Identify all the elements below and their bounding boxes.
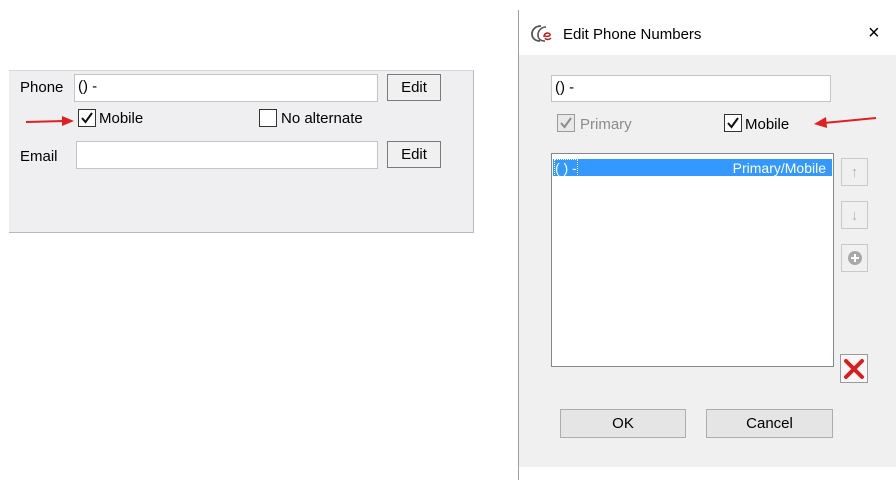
- phone-edit-button[interactable]: Edit: [387, 74, 441, 101]
- cancel-button[interactable]: Cancel: [706, 409, 833, 438]
- arrow-down-icon: ↓: [850, 206, 859, 224]
- list-item[interactable]: ( ) - Primary/Mobile: [553, 158, 832, 177]
- checkmark-icon: [81, 112, 93, 124]
- close-icon[interactable]: ×: [868, 22, 880, 44]
- primary-label: Primary: [580, 116, 632, 133]
- email-edit-button[interactable]: Edit: [387, 141, 441, 168]
- no-alternate-checkbox[interactable]: [259, 109, 277, 127]
- checkmark-icon: [560, 117, 572, 129]
- dialog-mobile-checkbox[interactable]: [724, 114, 742, 132]
- dialog-title: Edit Phone Numbers: [563, 26, 702, 43]
- ok-button[interactable]: OK: [560, 409, 686, 438]
- checkmark-icon: [727, 117, 739, 129]
- phone-list[interactable]: ( ) - Primary/Mobile: [551, 153, 834, 367]
- mobile-checkbox[interactable]: [78, 109, 96, 127]
- arrow-up-icon: ↑: [850, 163, 859, 181]
- dialog-mobile-label: Mobile: [745, 116, 790, 133]
- annotation-arrow-icon: [25, 116, 74, 126]
- number-field[interactable]: () -: [551, 75, 831, 102]
- mobile-label: Mobile: [99, 110, 144, 127]
- email-label: Email: [20, 148, 58, 165]
- email-field[interactable]: [76, 141, 378, 169]
- delete-x-icon: [844, 358, 864, 379]
- annotation-arrow-icon: [814, 117, 877, 128]
- delete-number-button[interactable]: [840, 354, 868, 383]
- app-logo-icon: [531, 25, 552, 42]
- list-item-number: ( ) -: [554, 158, 578, 177]
- move-up-button[interactable]: ↑: [841, 158, 868, 186]
- list-item-tags: Primary/Mobile: [732, 159, 826, 176]
- plus-circle-icon: [847, 251, 862, 265]
- primary-checkbox[interactable]: [557, 114, 575, 132]
- move-down-button[interactable]: ↓: [841, 201, 868, 229]
- add-number-button[interactable]: [841, 244, 868, 272]
- no-alternate-label: No alternate: [281, 110, 363, 127]
- phone-field[interactable]: () -: [74, 74, 378, 102]
- phone-label: Phone: [20, 79, 64, 96]
